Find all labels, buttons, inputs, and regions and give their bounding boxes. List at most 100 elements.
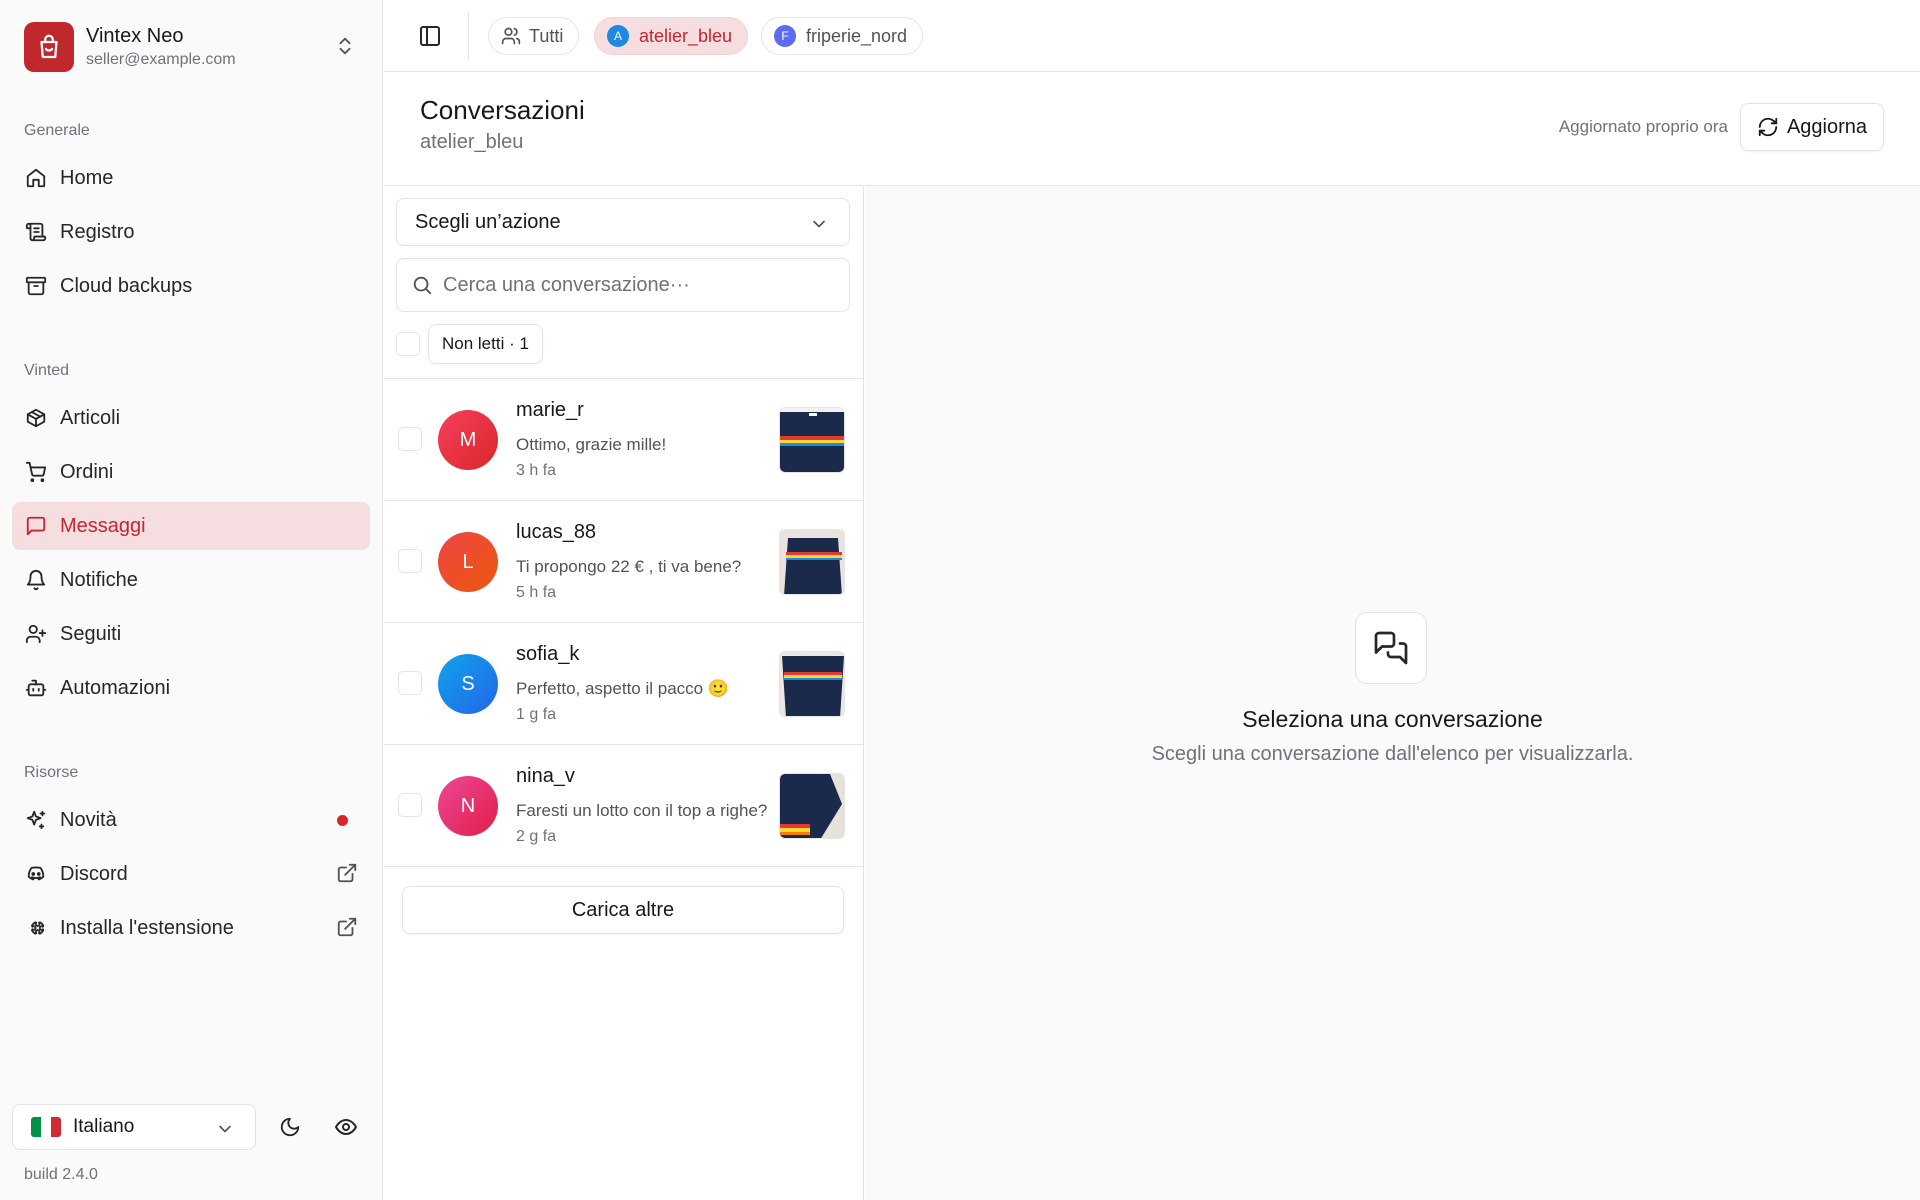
page-header: Conversazioni atelier_bleu Aggiornato pr… xyxy=(384,73,1920,186)
bulk-action-placeholder: Scegli un’azione xyxy=(415,210,561,233)
account-chip-tutti[interactable]: Tutti xyxy=(488,17,580,55)
account-chip-label: atelier_bleu xyxy=(639,25,733,46)
app-name: Vintex Neo xyxy=(86,25,184,47)
app-logo-icon xyxy=(24,22,74,72)
refresh-icon xyxy=(1757,116,1779,138)
topbar-divider xyxy=(468,12,469,60)
search-icon xyxy=(411,274,433,296)
sidebar-item-installa-estensione[interactable]: Installa l'estensione xyxy=(12,904,370,952)
conversation-checkbox[interactable] xyxy=(398,427,422,451)
last-updated-text: Aggiornato proprio ora xyxy=(1558,117,1728,136)
conversation-preview: Ti propongo 22 € , ti va bene? xyxy=(516,557,742,576)
sidebar-item-registro[interactable]: Registro xyxy=(12,208,370,256)
account-avatar: F xyxy=(774,25,796,47)
build-version: build 2.4.0 xyxy=(24,1166,98,1183)
conversation-item[interactable]: M marie_r Ottimo, grazie mille! 3 h fa xyxy=(384,379,864,501)
users-icon xyxy=(501,26,521,46)
conversation-checkbox[interactable] xyxy=(398,549,422,573)
conversation-item[interactable]: N nina_v Faresti un lotto con il top a r… xyxy=(384,745,864,867)
refresh-button[interactable]: Aggiorna xyxy=(1740,103,1884,151)
sidebar-item-ordini[interactable]: Ordini xyxy=(12,448,370,496)
item-thumbnail xyxy=(779,773,845,839)
language-select[interactable]: Italiano xyxy=(12,1104,256,1150)
user-plus-icon xyxy=(24,622,48,646)
conversation-name: lucas_88 xyxy=(516,521,597,543)
sidebar-item-label: Notifiche xyxy=(60,568,138,591)
account-chip-label: friperie_nord xyxy=(806,25,908,46)
conversation-list-pane: Scegli un’azione Non letti · 1 M marie_r… xyxy=(384,186,864,1200)
avatar: S xyxy=(438,654,498,714)
chevron-down-icon xyxy=(215,1119,235,1139)
conversation-time: 1 g fa xyxy=(516,706,557,723)
refresh-label: Aggiorna xyxy=(1786,115,1868,138)
conversation-time: 3 h fa xyxy=(516,462,557,479)
panel-left-icon xyxy=(418,24,442,48)
search-input[interactable] xyxy=(443,273,843,297)
empty-state-subtitle: Scegli una conversazione dall'elenco per… xyxy=(1151,743,1634,765)
sidebar-item-label: Automazioni xyxy=(60,676,171,699)
unread-filter-chip[interactable]: Non letti · 1 xyxy=(428,324,543,364)
sidebar-item-notifiche[interactable]: Notifiche xyxy=(12,556,370,604)
dark-mode-toggle[interactable] xyxy=(270,1107,310,1147)
conversation-preview: Faresti un lotto con il top a righe? xyxy=(516,801,768,820)
sidebar-item-label: Novità xyxy=(60,808,117,831)
sidebar-item-label: Messaggi xyxy=(60,514,146,537)
chevron-down-icon xyxy=(809,214,829,234)
group-label-risorse: Risorse xyxy=(24,764,79,781)
sidebar-item-automazioni[interactable]: Automazioni xyxy=(12,664,370,712)
message-square-icon xyxy=(24,514,48,538)
workspace-switcher[interactable]: Vintex Neo seller@example.com xyxy=(12,12,368,82)
group-label-generale: Generale xyxy=(24,122,90,139)
sidebar-item-discord[interactable]: Discord xyxy=(12,850,370,898)
conversation-item[interactable]: S sofia_k Perfetto, aspetto il pacco 🙂 1… xyxy=(384,623,864,745)
item-thumbnail xyxy=(779,529,845,595)
account-chip-label: Tutti xyxy=(529,25,564,46)
bulk-action-select[interactable]: Scegli un’azione xyxy=(396,198,850,246)
account-email: seller@example.com xyxy=(86,51,236,68)
chevrons-up-down-icon xyxy=(334,35,356,57)
sidebar-toggle-button[interactable] xyxy=(412,18,448,54)
sidebar-item-label: Registro xyxy=(60,220,135,243)
load-more-button[interactable]: Carica altre xyxy=(402,886,844,934)
account-avatar: A xyxy=(607,25,629,47)
privacy-toggle[interactable] xyxy=(326,1107,366,1147)
sidebar-item-articoli[interactable]: Articoli xyxy=(12,394,370,442)
empty-state-title: Seleziona una conversazione xyxy=(1242,706,1543,732)
select-all-checkbox[interactable] xyxy=(396,332,420,356)
conversation-checkbox[interactable] xyxy=(398,793,422,817)
avatar: L xyxy=(438,532,498,592)
conversation-checkbox[interactable] xyxy=(398,671,422,695)
sidebar-item-home[interactable]: Home xyxy=(12,154,370,202)
conversation-item[interactable]: L lucas_88 Ti propongo 22 € , ti va bene… xyxy=(384,501,864,623)
conversation-preview: Perfetto, aspetto il pacco 🙂 xyxy=(516,679,729,698)
messages-square-icon xyxy=(1355,612,1427,684)
external-link-icon xyxy=(336,862,358,884)
sidebar: Vintex Neo seller@example.com Generale H… xyxy=(0,0,383,1200)
page-subtitle: atelier_bleu xyxy=(420,131,524,153)
avatar: M xyxy=(438,410,498,470)
sidebar-item-cloud-backups[interactable]: Cloud backups xyxy=(12,262,370,310)
item-thumbnail xyxy=(779,651,845,717)
sidebar-item-label: Cloud backups xyxy=(60,274,193,297)
sparkles-icon xyxy=(24,808,48,832)
moon-icon xyxy=(279,1116,301,1138)
language-label: Italiano xyxy=(73,1116,135,1137)
sidebar-item-label: Discord xyxy=(60,862,128,885)
discord-icon xyxy=(24,862,48,886)
conversation-time: 2 g fa xyxy=(516,828,557,845)
sidebar-item-label: Articoli xyxy=(60,406,121,429)
cart-icon xyxy=(24,460,48,484)
sidebar-item-novita[interactable]: Novità xyxy=(12,796,370,844)
page-title: Conversazioni xyxy=(420,95,585,125)
conversation-preview: Ottimo, grazie mille! xyxy=(516,435,667,454)
sidebar-item-messaggi[interactable]: Messaggi xyxy=(12,502,370,550)
account-chip-friperie-nord[interactable]: F friperie_nord xyxy=(761,17,924,55)
sidebar-item-seguiti[interactable]: Seguiti xyxy=(12,610,370,658)
sidebar-item-label: Seguiti xyxy=(60,622,122,645)
ledger-icon xyxy=(24,220,48,244)
conversation-detail-pane: Seleziona una conversazione Scegli una c… xyxy=(865,186,1920,1200)
puzzle-icon xyxy=(24,916,48,940)
item-thumbnail xyxy=(779,407,845,473)
conversation-name: nina_v xyxy=(516,765,575,787)
account-chip-atelier-bleu[interactable]: A atelier_bleu xyxy=(594,17,749,55)
